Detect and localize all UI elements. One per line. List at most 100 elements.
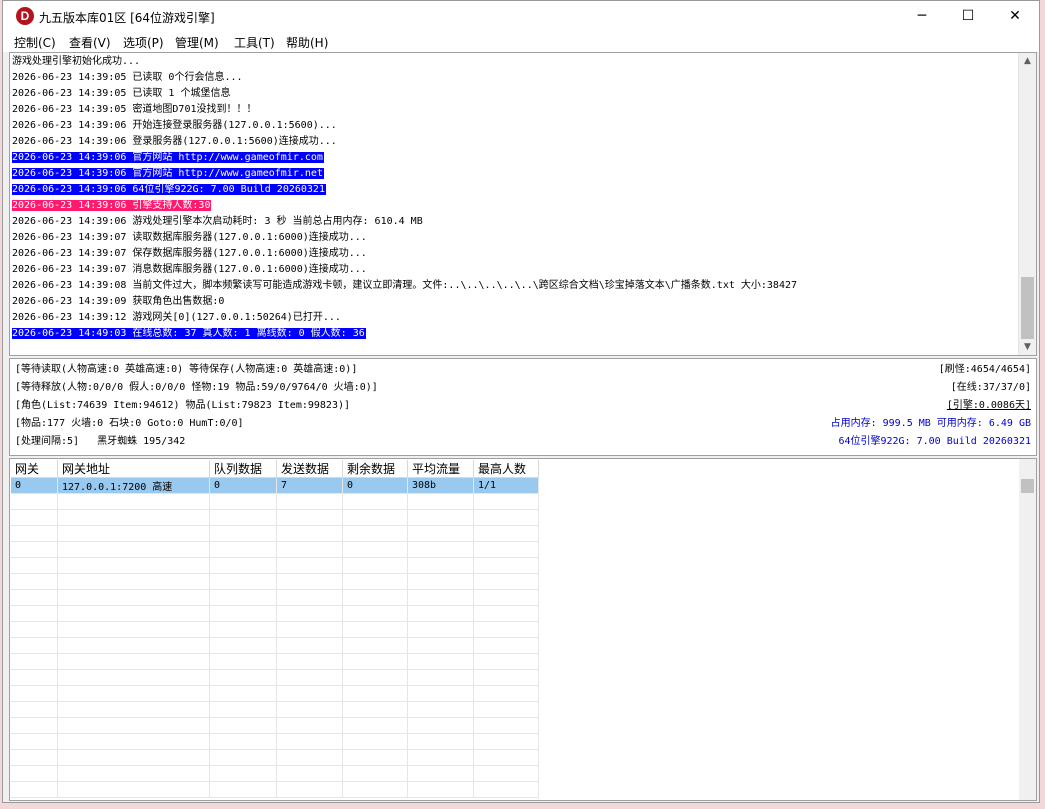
col-avg-traffic[interactable]: 平均流量 [407, 460, 474, 478]
table-cell [57, 493, 210, 510]
empty-table-row[interactable] [11, 765, 539, 782]
log-panel[interactable]: 游戏处理引擎初始化成功... 2026-06-23 14:39:05 已读取 0个… [9, 52, 1037, 356]
menu-view[interactable]: 查看(V) [69, 34, 111, 51]
empty-table-row[interactable] [11, 541, 539, 558]
empty-table-row[interactable] [11, 653, 539, 670]
log-line-text: 2026-06-23 14:39:05 密道地图D701没找到！！！ [12, 104, 257, 115]
maximize-button[interactable]: ☐ [945, 1, 991, 32]
close-button[interactable]: ✕ [992, 1, 1038, 32]
log-line: 2026-06-23 14:39:06 登录服务器(127.0.0.1:5600… [12, 134, 797, 150]
empty-table-row[interactable] [11, 669, 539, 686]
table-cell [473, 765, 539, 782]
empty-table-row[interactable] [11, 685, 539, 702]
title-bar[interactable]: D 九五版本库01区 [64位游戏引擎] ─ ☐ ✕ [3, 1, 1039, 32]
empty-table-row[interactable] [11, 637, 539, 654]
log-line-text: 2026-06-23 14:39:06 官方网站 http://www.game… [12, 168, 324, 179]
table-cell [209, 621, 277, 638]
table-cell [209, 557, 277, 574]
table-scrollbar[interactable] [1019, 459, 1036, 800]
log-line: 2026-06-23 14:39:06 官方网站 http://www.game… [12, 150, 797, 166]
menu-control[interactable]: 控制(C) [14, 34, 56, 51]
table-cell [209, 653, 277, 670]
table-cell [473, 733, 539, 750]
empty-table-row[interactable] [11, 781, 539, 798]
app-logo-icon: D [16, 7, 34, 25]
menu-tools[interactable]: 工具(T) [234, 34, 275, 51]
table-cell [209, 701, 277, 718]
log-line-text: 2026-06-23 14:39:08 当前文件过大，脚本频繁读写可能造成游戏卡… [12, 280, 798, 291]
table-cell [209, 733, 277, 750]
table-cell [57, 701, 210, 718]
table-cell [209, 589, 277, 606]
table-cell [11, 589, 58, 606]
table-cell [342, 765, 408, 782]
menu-help[interactable]: 帮助(H) [286, 34, 328, 51]
table-cell [407, 765, 474, 782]
table-cell [276, 525, 343, 542]
table-cell [11, 669, 58, 686]
log-line-text: 游戏处理引擎初始化成功... [12, 56, 141, 67]
table-cell [342, 685, 408, 702]
table-scroll-thumb[interactable] [1021, 479, 1034, 493]
log-line: 游戏处理引擎初始化成功... [12, 54, 797, 70]
table-cell [57, 669, 210, 686]
log-line-text: 2026-06-23 14:39:06 登录服务器(127.0.0.1:5600… [12, 136, 337, 147]
empty-table-row[interactable] [11, 717, 539, 734]
table-cell [57, 509, 210, 526]
table-cell [276, 573, 343, 590]
table-cell [342, 701, 408, 718]
empty-table-row[interactable] [11, 621, 539, 638]
menu-options[interactable]: 选项(P) [123, 34, 164, 51]
empty-table-row[interactable] [11, 749, 539, 766]
log-line-text: 2026-06-23 14:39:09 获取角色出售数据:0 [12, 296, 225, 307]
scroll-up-icon[interactable]: ▲ [1019, 53, 1036, 69]
col-max-users[interactable]: 最高人数 [473, 460, 539, 478]
col-queue-data[interactable]: 队列数据 [209, 460, 277, 478]
log-line: 2026-06-23 14:39:06 游戏处理引擎本次启动耗时: 3 秒 当前… [12, 214, 797, 230]
empty-table-row[interactable] [11, 701, 539, 718]
scroll-down-icon[interactable]: ▼ [1019, 339, 1036, 355]
empty-table-row[interactable] [11, 557, 539, 574]
table-row[interactable]: 0 127.0.0.1:7200 高速 0 7 0 308b 1/1 [11, 477, 539, 494]
table-cell [276, 637, 343, 654]
table-cell [407, 669, 474, 686]
empty-table-row[interactable] [11, 573, 539, 590]
table-cell [473, 669, 539, 686]
table-cell [11, 605, 58, 622]
gateway-table: 网关 网关地址 队列数据 发送数据 剩余数据 平均流量 最高人数 0 127.0.… [11, 460, 539, 798]
table-cell [57, 781, 210, 798]
scroll-thumb[interactable] [1021, 277, 1034, 339]
col-remaining-data[interactable]: 剩余数据 [342, 460, 408, 478]
table-cell: 0 [11, 477, 58, 494]
empty-table-row[interactable] [11, 525, 539, 542]
table-cell [473, 781, 539, 798]
empty-table-row[interactable] [11, 589, 539, 606]
table-cell [209, 765, 277, 782]
table-cell [407, 605, 474, 622]
empty-table-row[interactable] [11, 605, 539, 622]
table-cell [407, 541, 474, 558]
minimize-button[interactable]: ─ [899, 1, 945, 32]
table-cell [342, 717, 408, 734]
table-cell [407, 589, 474, 606]
empty-table-row[interactable] [11, 493, 539, 510]
table-cell: 127.0.0.1:7200 高速 [57, 477, 210, 494]
table-cell [57, 685, 210, 702]
col-gateway-address[interactable]: 网关地址 [57, 460, 210, 478]
table-cell [407, 653, 474, 670]
menu-manage[interactable]: 管理(M) [175, 34, 219, 51]
log-line: 2026-06-23 14:39:06 开始连接登录服务器(127.0.0.1:… [12, 118, 797, 134]
table-cell [11, 781, 58, 798]
table-cell [473, 573, 539, 590]
table-cell [11, 493, 58, 510]
empty-table-row[interactable] [11, 509, 539, 526]
table-cell [57, 637, 210, 654]
table-cell [473, 589, 539, 606]
status-role-items: [角色(List:74639 Item:94612) 物品(List:79823… [15, 400, 351, 411]
status-engine-uptime[interactable]: [引擎:0.0086天] [947, 397, 1031, 415]
table-cell [407, 781, 474, 798]
empty-table-row[interactable] [11, 733, 539, 750]
col-send-data[interactable]: 发送数据 [276, 460, 343, 478]
log-scrollbar[interactable]: ▲ ▼ [1018, 53, 1036, 355]
col-gateway[interactable]: 网关 [11, 460, 58, 478]
